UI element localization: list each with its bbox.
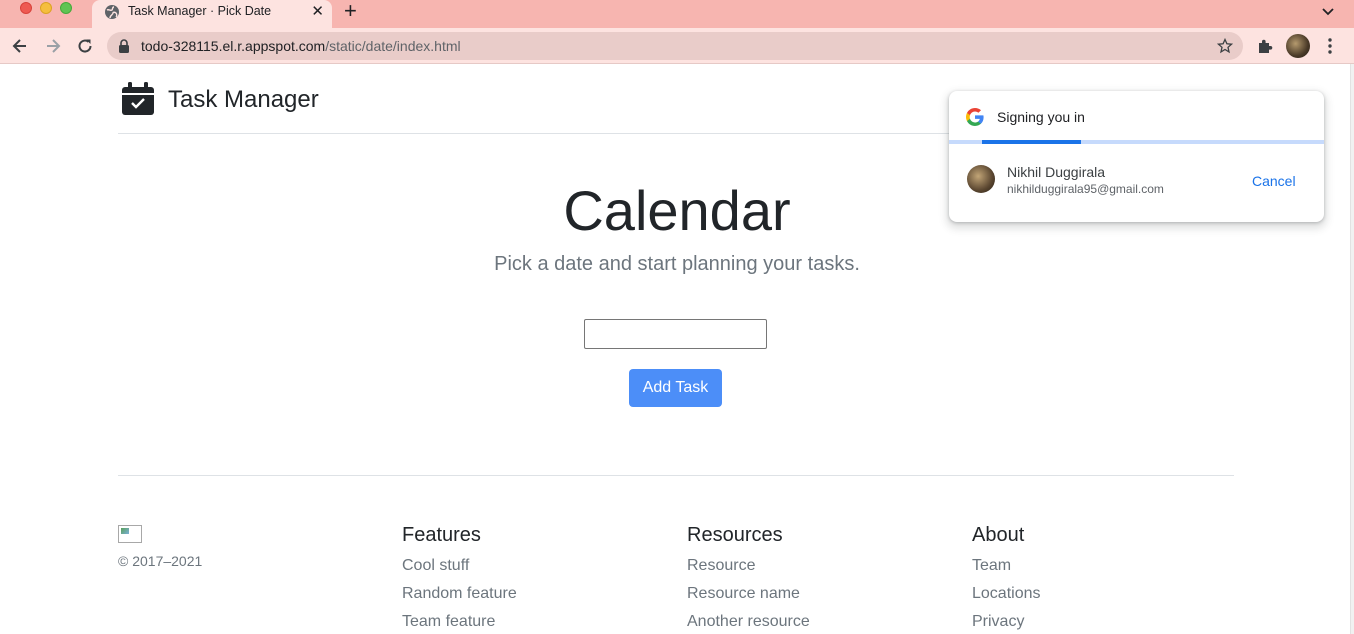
address-bar[interactable]: todo-328115.el.r.appspot.com/static/date…	[107, 32, 1243, 60]
footer-link[interactable]: Team	[972, 557, 1041, 585]
lock-icon[interactable]	[118, 39, 130, 53]
forward-arrow-icon[interactable]	[43, 36, 63, 56]
more-vertical-icon[interactable]	[1322, 37, 1338, 55]
browser-toolbar: todo-328115.el.r.appspot.com/static/date…	[0, 28, 1354, 64]
account-avatar	[967, 165, 995, 193]
account-email: nikhilduggirala95@gmail.com	[1007, 182, 1164, 196]
signin-progress-fill	[982, 140, 1081, 144]
footer-heading: Resources	[687, 524, 783, 546]
footer-heading: About	[972, 524, 1025, 546]
google-logo-icon	[966, 108, 984, 126]
footer-link[interactable]: Resource name	[687, 585, 810, 613]
reload-icon[interactable]	[75, 36, 95, 56]
footer-link[interactable]: Locations	[972, 585, 1041, 613]
chevron-down-icon[interactable]	[1320, 3, 1336, 19]
signin-status-title: Signing you in	[997, 109, 1085, 125]
extensions-puzzle-icon[interactable]	[1256, 37, 1274, 55]
close-tab-icon[interactable]: ✕	[311, 3, 324, 21]
footer-link[interactable]: Another resource	[687, 613, 810, 634]
footer-heading: Features	[402, 524, 481, 546]
footer-link[interactable]: Cool stuff	[402, 557, 517, 585]
url-path: /static/date/index.html	[325, 38, 461, 54]
tab-strip: Task Manager · Pick Date ✕ +	[0, 0, 1354, 28]
google-signin-popup: Signing you in Nikhil Duggirala nikhildu…	[949, 91, 1324, 222]
calendar-check-icon	[122, 82, 154, 115]
new-tab-button[interactable]: +	[344, 0, 357, 22]
footer-column-resources: Resources Resource Resource name Another…	[687, 524, 810, 634]
footer-divider	[118, 475, 1234, 476]
back-arrow-icon[interactable]	[10, 36, 30, 56]
add-task-button[interactable]: Add Task	[629, 369, 722, 407]
account-name: Nikhil Duggirala	[1007, 164, 1106, 180]
minimize-window-button[interactable]	[40, 2, 52, 14]
footer-link[interactable]: Team feature	[402, 613, 517, 634]
footer-link[interactable]: Resource	[687, 557, 810, 585]
url-text[interactable]: todo-328115.el.r.appspot.com/static/date…	[141, 38, 461, 54]
browser-tab[interactable]: Task Manager · Pick Date ✕	[92, 0, 332, 28]
footer-link[interactable]: Random feature	[402, 585, 517, 613]
footer-logo-broken-image	[118, 525, 142, 543]
footer-column-about: About Team Locations Privacy	[972, 524, 1041, 634]
page-subtitle: Pick a date and start planning your task…	[494, 253, 860, 275]
footer-column-features: Features Cool stuff Random feature Team …	[402, 524, 517, 634]
footer-link[interactable]: Privacy	[972, 613, 1041, 634]
bookmark-star-icon[interactable]	[1217, 38, 1233, 54]
date-input[interactable]	[584, 319, 767, 349]
profile-avatar[interactable]	[1286, 34, 1310, 58]
url-host: todo-328115.el.r.appspot.com	[141, 38, 326, 54]
close-window-button[interactable]	[20, 2, 32, 14]
cancel-signin-button[interactable]: Cancel	[1252, 173, 1296, 189]
signin-progress-bar	[949, 140, 1324, 144]
copyright-text: © 2017–2021	[118, 553, 203, 569]
tab-title: Task Manager · Pick Date	[128, 4, 272, 18]
brand-title[interactable]: Task Manager	[168, 86, 319, 114]
globe-icon	[105, 5, 119, 19]
maximize-window-button[interactable]	[60, 2, 72, 14]
page-scrollbar[interactable]	[1350, 64, 1354, 634]
